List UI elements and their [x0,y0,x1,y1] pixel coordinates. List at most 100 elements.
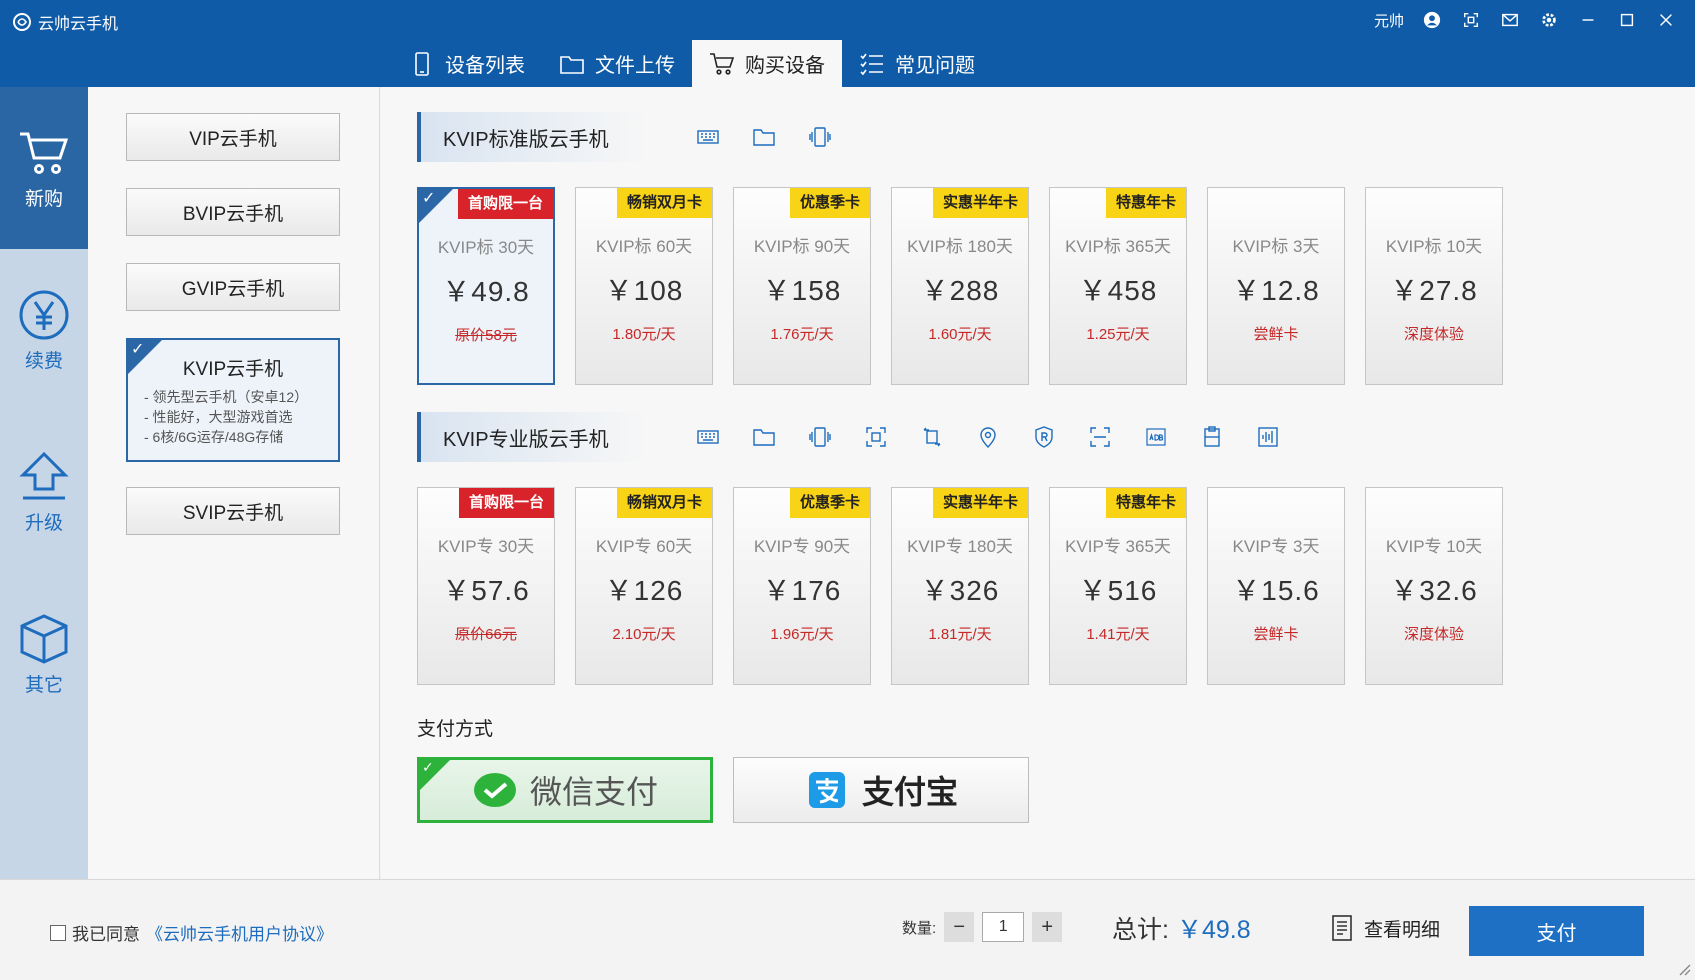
audio-wave-icon[interactable] [1257,426,1279,448]
plan-note: 深度体验 [1403,626,1464,643]
plan-card[interactable]: KVIP标 10天 ￥27.8 深度体验 [1365,187,1503,385]
plan-card[interactable]: 实惠半年卡 KVIP专 180天 ￥326 1.81元/天 [891,487,1029,685]
total-label: 总计: [1112,916,1169,944]
view-details-button[interactable]: 查看明细 [1330,914,1440,942]
series-vip-button[interactable]: VIP云手机 [126,113,340,161]
nav-item-renew[interactable]: 续费 [0,249,88,411]
tab-label: 设备列表 [445,55,525,77]
title-bar: 云帅云手机 元帅 设备列表 文件上传 购买设备 常见问题 [0,0,1695,87]
plan-card[interactable]: 特惠年卡 KVIP标 365天 ￥458 1.25元/天 [1049,187,1187,385]
nav-label: 升级 [24,512,63,534]
nav-item-other[interactable]: 其它 [0,573,88,735]
quantity-minus-button[interactable]: − [944,912,975,942]
pay-button[interactable]: 支付 [1469,906,1644,956]
payment-method-label: 支付方式 [417,719,494,740]
plan-price: ￥158 [762,275,842,306]
folder-icon[interactable] [753,126,775,148]
tab-device-list[interactable]: 设备列表 [392,40,542,87]
screenshot-icon[interactable] [1451,8,1490,32]
quantity-plus-button[interactable]: + [1032,912,1063,942]
plan-card[interactable]: 畅销双月卡 KVIP标 60天 ￥108 1.80元/天 [575,187,713,385]
plan-note: 1.96元/天 [770,626,834,643]
window-controls: 元帅 [1374,8,1685,32]
user-avatar-icon[interactable] [1412,8,1451,32]
keyboard-icon[interactable] [697,426,719,448]
plan-price: ￥108 [604,275,684,306]
minimize-icon[interactable] [1568,8,1607,32]
left-nav: 新购 续费 升级 其它 [0,87,88,879]
close-icon[interactable] [1646,8,1685,32]
plan-name: KVIP标 10天 [1385,237,1483,256]
plan-badge: 优惠季卡 [789,488,870,518]
maximize-icon[interactable] [1607,8,1646,32]
plan-card[interactable]: 优惠季卡 KVIP标 90天 ￥158 1.76元/天 [733,187,871,385]
wechat-pay-option[interactable]: 微信支付 [417,757,713,823]
nav-item-upgrade[interactable]: 升级 [0,411,88,573]
plan-note: 原价58元 [455,327,517,344]
plan-badge: 首购限一台 [458,488,554,518]
plan-name: KVIP标 365天 [1065,237,1171,256]
mail-icon[interactable] [1490,8,1529,32]
rotate-icon[interactable] [921,426,943,448]
screen-capture-icon[interactable] [865,426,887,448]
plan-card[interactable]: 优惠季卡 KVIP专 90天 ￥176 1.96元/天 [733,487,871,685]
scan-icon[interactable] [1089,426,1111,448]
plan-price: ￥49.8 [442,276,530,307]
app-title: 云帅云手机 [12,10,118,34]
plan-badge: 优惠季卡 [789,188,870,218]
vibrate-icon[interactable] [809,126,831,148]
quantity-input[interactable]: 1 [982,912,1025,942]
plan-card[interactable]: KVIP专 10天 ￥32.6 深度体验 [1365,487,1503,685]
vibrate-icon[interactable] [809,426,831,448]
clipboard-icon[interactable] [1201,426,1223,448]
plan-card[interactable]: 实惠半年卡 KVIP标 180天 ￥288 1.60元/天 [891,187,1029,385]
series-svip-button[interactable]: SVIP云手机 [126,487,340,535]
user-name[interactable]: 元帅 [1374,10,1404,31]
root-shield-icon[interactable] [1033,426,1055,448]
plan-note: 尝鲜卡 [1253,626,1299,643]
standard-section-title: KVIP标准版云手机 [417,112,647,162]
plan-note: 2.10元/天 [612,626,676,643]
selected-check-icon [420,759,450,790]
plan-name: KVIP专 365天 [1065,537,1171,556]
plan-card[interactable]: KVIP专 3天 ￥15.6 尝鲜卡 [1207,487,1345,685]
agree-checkbox[interactable] [50,924,66,941]
main-panel: KVIP标准版云手机 首购限一台KVIP标 30天￥49.8原价58元畅销双月卡… [381,87,1695,879]
gear-icon[interactable] [1529,8,1568,32]
plan-name: KVIP专 30天 [437,537,535,556]
main-tabs: 设备列表 文件上传 购买设备 常见问题 [392,40,992,87]
pro-section-title: KVIP专业版云手机 [417,412,647,462]
folder-icon[interactable] [753,426,775,448]
keyboard-icon[interactable] [697,126,719,148]
plan-card[interactable]: KVIP标 3天 ￥12.8 尝鲜卡 [1207,187,1345,385]
series-gvip-button[interactable]: GVIP云手机 [126,263,340,311]
resize-grip-icon[interactable] [1677,962,1691,976]
nav-label: 其它 [24,674,63,696]
agree-text: 我已同意 [72,925,140,944]
user-agreement-link[interactable]: 《云帅云手机用户协议》 [146,920,333,945]
tab-label: 购买设备 [745,55,825,77]
tab-buy-device[interactable]: 购买设备 [692,40,842,87]
tab-file-upload[interactable]: 文件上传 [542,40,692,87]
plan-card[interactable]: 首购限一台 KVIP专 30天 ￥57.6 原价66元 [417,487,555,685]
plan-note: 1.60元/天 [928,326,992,343]
plan-card[interactable]: 首购限一台 KVIP标 30天 ￥49.8 原价58元 [417,187,555,385]
plan-name: KVIP专 60天 [595,537,693,556]
plan-price: ￥32.6 [1390,575,1478,606]
plan-price: ￥57.6 [442,575,530,606]
plan-price: ￥15.6 [1232,575,1320,606]
tab-faq[interactable]: 常见问题 [842,40,992,87]
plan-card[interactable]: 畅销双月卡 KVIP专 60天 ￥126 2.10元/天 [575,487,713,685]
adb-icon[interactable] [1145,426,1167,448]
series-kvip-button[interactable]: KVIP云手机 - 领先型云手机（安卓12） - 性能好，大型游戏首选 - 6核… [126,338,340,462]
location-pin-icon[interactable] [977,426,999,448]
series-desc-line: - 6核/6G运存/48G存储 [144,429,284,445]
plan-price: ￥288 [920,275,1000,306]
plan-name: KVIP标 60天 [595,237,693,256]
series-bvip-button[interactable]: BVIP云手机 [126,188,340,236]
alipay-option[interactable]: 支付宝 [733,757,1029,823]
nav-item-new-purchase[interactable]: 新购 [0,87,88,249]
receipt-icon [1332,915,1352,941]
plan-card[interactable]: 特惠年卡 KVIP专 365天 ￥516 1.41元/天 [1049,487,1187,685]
plan-price: ￥126 [604,575,684,606]
